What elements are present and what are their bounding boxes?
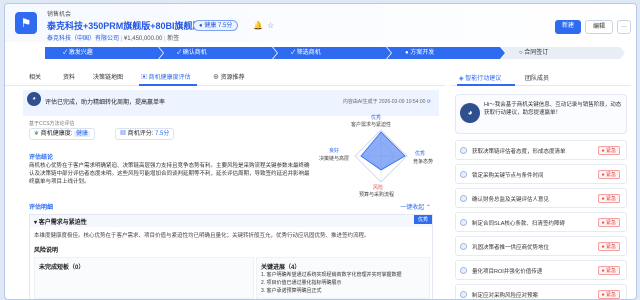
health-tag[interactable]: ● 健康 7.5分 [193,20,239,31]
action-icon [460,171,467,178]
health-panel: ◕ 评估已完成，助力精细转化周期，提高赢单率 内容由AI生成于 2026-03-… [23,90,439,299]
assistant-avatar-icon: ◕ [460,103,480,123]
opportunity-meta: 泰克科技（中国）有限公司 | ¥1,450,000.00 | 新签 [47,36,180,42]
action-icon [460,219,467,226]
banner-text: 评估已完成，助力精细转化周期，提高赢单率 [45,100,166,106]
right-panel: ◈ 智能行动建议 团队成员 ◕ Hi～我会基于商机关键信息、互动记录与销售阶段，… [451,66,631,299]
radar-bottom-grade: 风险 [373,185,384,191]
dimension-text: 本维度健康度极佳。核心优势在于客户需求、项目价值与紧迫性均已明确且量化；关键转折… [34,233,370,239]
bell-icon[interactable]: 🔔 [253,21,263,30]
leaf-icon: ❦ [34,131,40,137]
record-type: 销售机会 [47,12,72,18]
health-radar: 优秀 客户需求与紧迫性 良好 决策链与高层 优秀 竞争态势 风险 预算与采购流程 [319,112,439,198]
tab-decision-map[interactable]: 决策链地图 [93,72,123,81]
tab-divider [5,85,445,86]
assistant-banner-text: Hi～我会基于商机关键信息、互动记录与销售阶段，动态获取行动建议，助您提速赢单！ [484,102,622,116]
tab-related[interactable]: 相关 [29,72,41,81]
action-icon [460,147,467,154]
urgent-badge: ● 紧急 [597,146,620,155]
refresh-icon[interactable]: ⟳ [427,99,431,105]
action-icon [460,243,467,250]
tab-info[interactable]: 资料 [63,72,75,81]
stage-5[interactable]: ○ 合同签订 [501,47,625,59]
radar-left-label: 决策链与高层 [319,156,350,162]
radar-top-label: 客户需求与紧迫性 [351,122,392,128]
detail-header: 评估明细 一键收起 ⌃ [23,202,439,214]
stage-2[interactable]: ✓ 确认商机 [159,47,277,59]
dimension-header[interactable]: ▾ 客户需求与紧迫性 优秀 [30,215,432,227]
urgent-badge: ● 紧急 [597,194,620,203]
conclusion-title: 评估结论 [29,155,54,161]
urgent-badge: ● 紧急 [597,242,620,251]
radar-left-grade: 良好 [329,148,340,154]
action-item-7[interactable]: 制定应对采购风险应对预案 ● 紧急 [455,284,627,299]
action-item-3[interactable]: 确认财务总监及关键评估人意见 ● 紧急 [455,188,627,208]
progress-box: 关键进展（4） 1. 客户明确希望通过系统实现经销商数字化管理并实时掌握数据 2… [256,257,430,299]
assistant-mascot-icon: ◕ [27,92,41,106]
action-icon [460,267,467,274]
urgent-badge: ● 紧急 [597,290,620,299]
health-pill: ❦ 商机健康度: 健康 [29,128,96,140]
action-item-1[interactable]: 获取决策链评估者态度，形成态度清单 ● 紧急 [455,140,627,160]
dimension-badge: 优秀 [413,215,432,224]
amount: ¥1,450,000.00 [123,36,163,42]
radar-right-label: 竞争态势 [413,159,434,165]
action-item-6[interactable]: 量化项目ROI并强化价值传递 ● 紧急 [455,260,627,280]
radar-right-grade: 优秀 [415,151,426,157]
conclusion-text: 商机核心优势在于客户需求明确紧迫、决策链高层强力支持且竞争态势有利。主要风险是采… [29,163,310,185]
status: 新签 [167,36,180,42]
stage-3[interactable]: ✓ 筛选商机 [273,47,391,59]
action-item-5[interactable]: 巩固决策者推一供应商优势地位 ● 紧急 [455,236,627,256]
urgent-badge: ● 紧急 [597,218,620,227]
opportunity-icon: ⚑ [15,12,37,34]
opportunity-header: ⚑ 销售机会 泰克科技+350PRM旗舰版+80BI旗舰版 泰克科技（中国）有限… [5,4,636,42]
more-button[interactable]: ··· [617,20,631,34]
progress-item-1: 1. 客户明确希望通过系统实现经销商数字化管理并实时掌握数据 [261,272,402,278]
generated-timestamp: 内容由AI生成于 2026-03-09 10:54:00 ⟳ [342,99,431,105]
tab-smart-actions[interactable]: ◈ 智能行动建议 [459,73,501,82]
dimension-title: ▾ 客户需求与紧迫性 [34,220,87,226]
opportunity-title: 泰克科技+350PRM旗舰版+80BI旗舰版 [47,21,202,31]
star-icon[interactable]: ☆ [267,21,274,30]
action-item-2[interactable]: 锁定采购关键节点与条件时间 ● 紧急 [455,164,627,184]
urgent-badge: ● 紧急 [597,266,620,275]
progress-item-3: 3. 客户承诺预算明确且正式 [261,288,322,294]
app-window: ⚑ 销售机会 泰克科技+350PRM旗舰版+80BI旗舰版 泰克科技（中国）有限… [4,3,637,300]
stage-4[interactable]: ● 方案开发 [387,47,505,59]
collapse-all-button[interactable]: 一键收起 ⌃ [400,202,431,211]
undone-title: 未完成短板（0） [39,265,85,271]
tab-health[interactable]: ▣ 商机健康度评估 [141,72,191,81]
detail-title: 评估明细 [29,205,54,211]
company-link[interactable]: 泰克科技（中国）有限公司 [47,36,119,42]
radar-top-grade: 优秀 [371,115,382,121]
progress-title: 关键进展（4） [261,265,301,271]
urgent-badge: ● 紧急 [597,170,620,179]
method-note: 基于CCS方法论评估 [29,121,75,127]
edit-button[interactable]: 编辑 [585,20,613,34]
radar-bottom-label: 预算与采购流程 [359,192,395,198]
stage-1[interactable]: ✓ 激发兴趣 [45,47,163,59]
undone-box: 未完成短板（0） [34,257,254,299]
progress-item-2: 2. 项目价值已通过量化指标明确展示 [261,280,342,286]
right-tab-underline [457,84,515,86]
assistant-banner: ◕ Hi～我会基于商机关键信息、互动记录与销售阶段，动态获取行动建议，助您提速赢… [455,94,627,134]
tab-team-members[interactable]: 团队成员 [525,73,549,82]
score-icon: ▦ [120,131,127,137]
main-tabs: 相关 资料 决策链地图 ▣ 商机健康度评估 ⊕ 资源推荐 [23,72,443,86]
tab-resources[interactable]: ⊕ 资源推荐 [213,72,245,81]
action-item-4[interactable]: 制定合同SLA核心条款、扫清签约障碍 ● 紧急 [455,212,627,232]
stage-progress: ✓ 激发兴趣 ✓ 确认商机 ✓ 筛选商机 ● 方案开发 ○ 合同签订 [45,47,625,59]
score-pill: ▦ 商机评分: 7.5分 [115,128,175,140]
action-icon [460,291,467,298]
dimension-card: ▾ 客户需求与紧迫性 优秀 本维度健康度极佳。核心优势在于客户需求、项目价值与紧… [29,214,433,299]
risk-title: 风险说明 [34,248,59,254]
active-tab-underline [139,84,197,86]
new-button[interactable]: 新建 [555,20,581,34]
action-icon [460,195,467,202]
